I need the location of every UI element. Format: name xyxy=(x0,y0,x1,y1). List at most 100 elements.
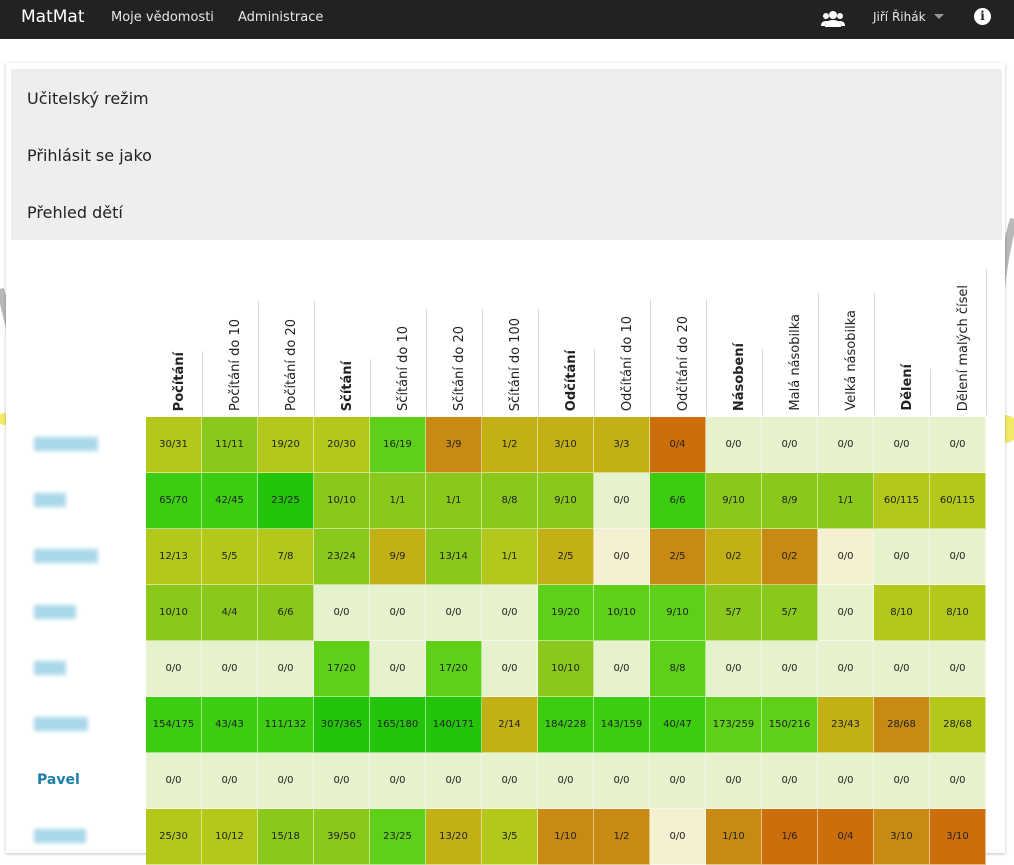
skill-cell[interactable]: 165/180 xyxy=(370,697,426,753)
skill-cell[interactable]: 0/0 xyxy=(482,641,538,697)
skill-cell[interactable]: 17/20 xyxy=(314,641,370,697)
skill-cell[interactable]: 10/10 xyxy=(314,473,370,529)
skill-cell[interactable]: 307/365 xyxy=(314,697,370,753)
skill-cell[interactable]: 4/4 xyxy=(202,585,258,641)
skill-cell[interactable]: 0/0 xyxy=(202,753,258,809)
skill-cell[interactable]: 140/171 xyxy=(426,697,482,753)
skill-cell[interactable]: 10/10 xyxy=(594,585,650,641)
skill-cell[interactable]: 17/20 xyxy=(426,641,482,697)
skill-cell[interactable]: 9/9 xyxy=(370,529,426,585)
skill-cell[interactable]: 0/2 xyxy=(706,529,762,585)
skill-cell[interactable]: 2/5 xyxy=(538,529,594,585)
skill-cell[interactable]: 0/0 xyxy=(706,753,762,809)
skill-cell[interactable]: 8/9 xyxy=(762,473,818,529)
skill-cell[interactable]: 0/0 xyxy=(818,417,874,473)
skill-cell[interactable]: 3/10 xyxy=(538,417,594,473)
skill-cell[interactable]: 12/13 xyxy=(146,529,202,585)
skill-cell[interactable]: 25/30 xyxy=(146,809,202,865)
skill-cell[interactable]: 28/68 xyxy=(874,697,930,753)
skill-cell[interactable]: 0/0 xyxy=(818,641,874,697)
skill-cell[interactable]: 0/0 xyxy=(314,753,370,809)
skill-cell[interactable]: 0/0 xyxy=(818,585,874,641)
skill-cell[interactable]: 0/0 xyxy=(650,809,706,865)
skill-cell[interactable]: 3/3 xyxy=(594,417,650,473)
skill-cell[interactable]: 0/0 xyxy=(874,417,930,473)
skill-cell[interactable]: 28/68 xyxy=(930,697,986,753)
skill-cell[interactable]: 3/5 xyxy=(482,809,538,865)
skill-cell[interactable]: 0/0 xyxy=(930,417,986,473)
skill-cell[interactable]: 0/0 xyxy=(762,641,818,697)
skill-cell[interactable]: 19/20 xyxy=(538,585,594,641)
skill-cell[interactable]: 0/0 xyxy=(874,753,930,809)
student-name[interactable] xyxy=(22,529,132,585)
skill-cell[interactable]: 0/0 xyxy=(594,641,650,697)
skill-cell[interactable]: 7/8 xyxy=(258,529,314,585)
skill-cell[interactable]: 0/0 xyxy=(426,753,482,809)
skill-cell[interactable]: 15/18 xyxy=(258,809,314,865)
skill-cell[interactable]: 0/0 xyxy=(874,641,930,697)
student-name[interactable] xyxy=(22,585,132,641)
skill-cell[interactable]: 0/0 xyxy=(874,529,930,585)
skill-cell[interactable]: 0/0 xyxy=(818,529,874,585)
skill-cell[interactable]: 8/8 xyxy=(482,473,538,529)
skill-cell[interactable]: 39/50 xyxy=(314,809,370,865)
skill-cell[interactable]: 1/6 xyxy=(762,809,818,865)
skill-cell[interactable]: 6/6 xyxy=(258,585,314,641)
skill-cell[interactable]: 10/12 xyxy=(202,809,258,865)
skill-cell[interactable]: 43/43 xyxy=(202,697,258,753)
skill-cell[interactable]: 5/7 xyxy=(706,585,762,641)
skill-cell[interactable]: 0/0 xyxy=(818,753,874,809)
skill-cell[interactable]: 0/0 xyxy=(482,585,538,641)
skill-cell[interactable]: 42/45 xyxy=(202,473,258,529)
info-icon[interactable]: i xyxy=(974,8,991,25)
skill-cell[interactable]: 150/216 xyxy=(762,697,818,753)
skill-cell[interactable]: 5/5 xyxy=(202,529,258,585)
skill-cell[interactable]: 3/10 xyxy=(930,809,986,865)
skill-cell[interactable]: 6/6 xyxy=(650,473,706,529)
skill-cell[interactable]: 23/43 xyxy=(818,697,874,753)
skill-cell[interactable]: 1/2 xyxy=(482,417,538,473)
skill-cell[interactable]: 13/20 xyxy=(426,809,482,865)
users-icon[interactable] xyxy=(821,7,845,31)
skill-cell[interactable]: 16/19 xyxy=(370,417,426,473)
skill-cell[interactable]: 0/0 xyxy=(762,417,818,473)
student-name[interactable] xyxy=(22,697,132,753)
skill-cell[interactable]: 11/11 xyxy=(202,417,258,473)
skill-cell[interactable]: 0/0 xyxy=(202,641,258,697)
user-menu[interactable]: Jiří Řihák xyxy=(873,10,926,24)
skill-cell[interactable]: 0/0 xyxy=(706,641,762,697)
skill-cell[interactable]: 9/10 xyxy=(706,473,762,529)
skill-cell[interactable]: 0/4 xyxy=(818,809,874,865)
skill-cell[interactable]: 1/10 xyxy=(538,809,594,865)
skill-cell[interactable]: 40/47 xyxy=(650,697,706,753)
skill-cell[interactable]: 0/0 xyxy=(482,753,538,809)
brand-logo[interactable]: MatMat xyxy=(21,7,85,27)
skill-cell[interactable]: 0/0 xyxy=(930,641,986,697)
student-name[interactable] xyxy=(22,641,132,697)
skill-cell[interactable]: 0/2 xyxy=(762,529,818,585)
skill-cell[interactable]: 1/1 xyxy=(482,529,538,585)
skill-cell[interactable]: 1/1 xyxy=(370,473,426,529)
skill-cell[interactable]: 0/0 xyxy=(314,585,370,641)
student-name-label[interactable]: Pavel xyxy=(37,772,80,788)
accordion-login-as[interactable]: Přihlásit se jako xyxy=(27,146,152,165)
skill-cell[interactable]: 19/20 xyxy=(258,417,314,473)
skill-cell[interactable]: 60/115 xyxy=(874,473,930,529)
skill-cell[interactable]: 9/10 xyxy=(538,473,594,529)
skill-cell[interactable]: 9/10 xyxy=(650,585,706,641)
skill-cell[interactable]: 1/1 xyxy=(426,473,482,529)
skill-cell[interactable]: 0/0 xyxy=(650,753,706,809)
student-name[interactable] xyxy=(22,473,132,529)
skill-cell[interactable]: 30/31 xyxy=(146,417,202,473)
skill-cell[interactable]: 0/0 xyxy=(594,753,650,809)
skill-cell[interactable]: 0/0 xyxy=(370,585,426,641)
caret-down-icon[interactable] xyxy=(934,14,944,19)
skill-cell[interactable]: 65/70 xyxy=(146,473,202,529)
skill-cell[interactable]: 0/0 xyxy=(762,753,818,809)
skill-cell[interactable]: 5/7 xyxy=(762,585,818,641)
skill-cell[interactable]: 20/30 xyxy=(314,417,370,473)
skill-cell[interactable]: 8/10 xyxy=(874,585,930,641)
nav-administration[interactable]: Administrace xyxy=(238,10,323,25)
skill-cell[interactable]: 0/0 xyxy=(594,529,650,585)
skill-cell[interactable]: 0/0 xyxy=(930,753,986,809)
